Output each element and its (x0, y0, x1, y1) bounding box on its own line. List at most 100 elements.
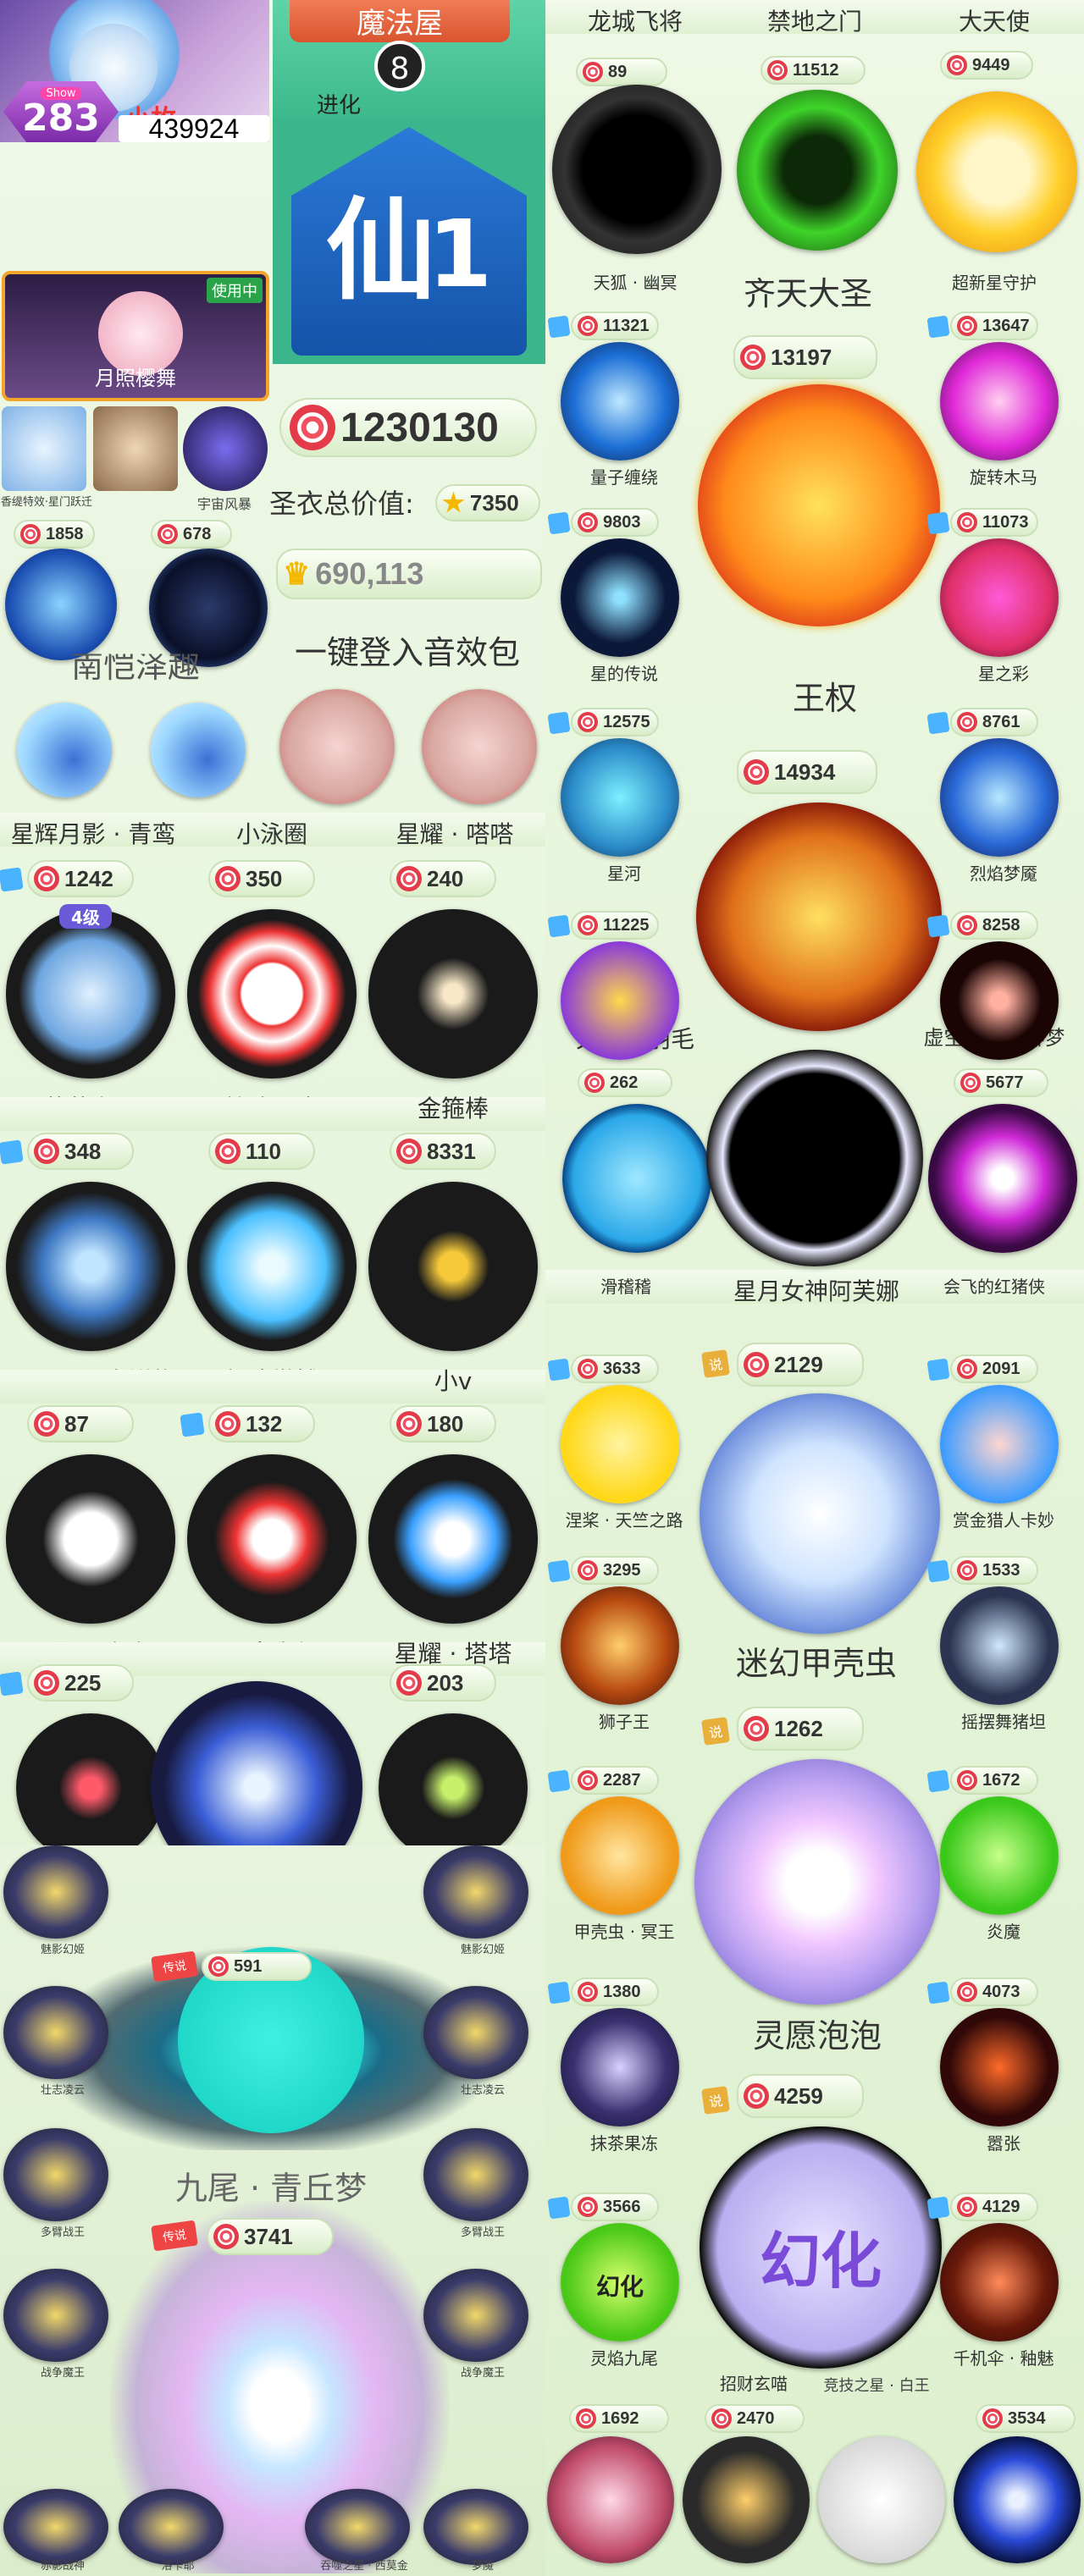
price-value: 11512 (793, 60, 839, 80)
dragon-composite[interactable]: 传说 591 传说 3741 九尾 · 青丘梦 魅影幻姬 魅影幻姬 壮志凌云 壮志凌云… (0, 1845, 545, 2576)
side-thumb[interactable] (3, 1986, 108, 2079)
item-ball[interactable] (940, 1796, 1059, 1915)
candy-icon (740, 345, 766, 370)
price-value: 89 (608, 62, 628, 81)
item-ball[interactable] (928, 1104, 1077, 1253)
fish-ball-2[interactable] (151, 703, 246, 797)
candy-icon (158, 524, 178, 544)
side-thumb[interactable] (423, 2128, 528, 2221)
item-ball[interactable] (940, 941, 1059, 1060)
item-ball[interactable] (737, 90, 898, 251)
price-pill: 9803 (571, 508, 659, 537)
magic-house-header[interactable]: 魔法屋 8 进化 (273, 0, 545, 119)
price-value: 180 (427, 1410, 464, 1437)
price-value: 2129 (774, 1351, 823, 1377)
item-label: 小v (434, 1367, 473, 1395)
item-ball[interactable] (379, 1713, 528, 1862)
side-thumb[interactable] (305, 2489, 410, 2565)
item-label: 摇摆舞猪坦 (961, 1712, 1046, 1732)
item-ball[interactable] (940, 1586, 1059, 1705)
side-thumb[interactable] (3, 2269, 108, 2362)
big-item-ball[interactable] (694, 1759, 940, 2005)
side-thumb[interactable] (423, 2489, 528, 2565)
item-ball[interactable] (940, 342, 1059, 461)
price-value: 14934 (774, 758, 836, 785)
item-ball[interactable] (187, 1182, 357, 1351)
item-ball[interactable] (187, 909, 357, 1078)
side-thumb-label: 魅影幻姬 (460, 1944, 505, 1956)
thumb-1[interactable] (2, 406, 86, 491)
side-thumb-label: 吞噬之星 · 西莫金 (320, 2560, 408, 2573)
item-ball[interactable] (940, 738, 1059, 857)
item-ball[interactable] (818, 2436, 945, 2563)
candy-icon (215, 1411, 241, 1437)
item-ball[interactable] (940, 2008, 1059, 2126)
item-ball[interactable] (561, 941, 679, 1060)
rank-badge-panel: 仙 1 (273, 119, 545, 364)
candy-icon (578, 512, 598, 532)
item-ball[interactable] (561, 1796, 679, 1915)
item-ball[interactable] (940, 2223, 1059, 2342)
big-item-ball[interactable] (698, 384, 940, 626)
box-ball-1[interactable] (279, 689, 395, 804)
item-ball[interactable] (5, 549, 117, 660)
item-label: 小泳圈 (235, 820, 307, 848)
side-thumb[interactable] (3, 1845, 108, 1939)
black-hole-ball[interactable] (706, 1050, 923, 1266)
rarity-tag: 说 (701, 1349, 730, 1378)
box-ball-2[interactable] (422, 689, 537, 804)
collection-screenshot: Show 283 小枚 439924 使用中 月照樱舞 香缇特效·星门跃迁 宇宙… (0, 0, 1084, 2576)
candy-icon (396, 1139, 422, 1164)
item-ball[interactable] (368, 1454, 538, 1624)
item-ball[interactable] (940, 1385, 1059, 1503)
item-ball[interactable] (561, 538, 679, 657)
big-item-ball[interactable]: 幻化 (700, 2126, 942, 2369)
profile-card[interactable]: Show 283 小枚 439924 (0, 0, 269, 142)
side-thumb[interactable] (119, 2489, 224, 2565)
side-thumb[interactable] (423, 1986, 528, 2079)
thumb-3[interactable] (183, 406, 268, 491)
item-ball[interactable] (6, 909, 175, 1078)
item-ball[interactable] (368, 909, 538, 1078)
item-ball[interactable] (6, 1182, 175, 1351)
crown-icon: ♛ (283, 556, 311, 591)
side-thumb[interactable] (423, 1845, 528, 1939)
item-label: 灵焰九尾 (590, 2348, 658, 2369)
big-item-inner-text: 幻化 (759, 2226, 882, 2297)
thumb-2[interactable] (93, 406, 178, 491)
item-ball[interactable] (561, 342, 679, 461)
item-ball[interactable] (187, 1454, 357, 1624)
big-item-ball[interactable] (700, 1393, 940, 1634)
item-ball[interactable] (368, 1182, 538, 1351)
price-pill: 4073 (950, 1978, 1038, 2006)
item-ball[interactable] (552, 85, 722, 254)
item-label: 嚣张 (987, 2133, 1020, 2154)
item-ball[interactable] (954, 2436, 1081, 2563)
side-thumb[interactable] (3, 2128, 108, 2221)
magic-house-label: 魔法屋 (290, 0, 510, 42)
item-ball[interactable] (916, 91, 1077, 252)
thumb-row: 香缇特效·星门跃迁 宇宙风暴 (0, 406, 269, 512)
candy-icon (578, 712, 598, 732)
item-ball[interactable] (940, 538, 1059, 657)
price-pill: 3741 (207, 2218, 334, 2255)
price-value: 8258 (982, 915, 1020, 935)
item-ball[interactable] (6, 1454, 175, 1624)
item-ball[interactable] (149, 549, 268, 667)
item-ball[interactable] (561, 1385, 679, 1503)
price-pill: 3633 (571, 1354, 659, 1383)
item-ball[interactable] (683, 2436, 810, 2563)
price-value: 87 (64, 1410, 89, 1437)
side-thumb[interactable] (3, 2489, 108, 2565)
big-item-ball[interactable] (696, 803, 942, 1031)
item-ball[interactable] (562, 1104, 711, 1253)
item-ball[interactable] (561, 738, 679, 857)
partial-title: 九尾 · 青丘梦 (174, 2170, 368, 2207)
item-ball[interactable] (561, 2008, 679, 2126)
item-ball[interactable] (561, 1586, 679, 1705)
item-ball[interactable] (547, 2436, 674, 2563)
active-banner[interactable]: 使用中 月照樱舞 (2, 271, 269, 401)
side-thumb[interactable] (423, 2269, 528, 2362)
item-ball[interactable] (16, 1713, 165, 1862)
fish-ball-1[interactable] (17, 703, 112, 797)
